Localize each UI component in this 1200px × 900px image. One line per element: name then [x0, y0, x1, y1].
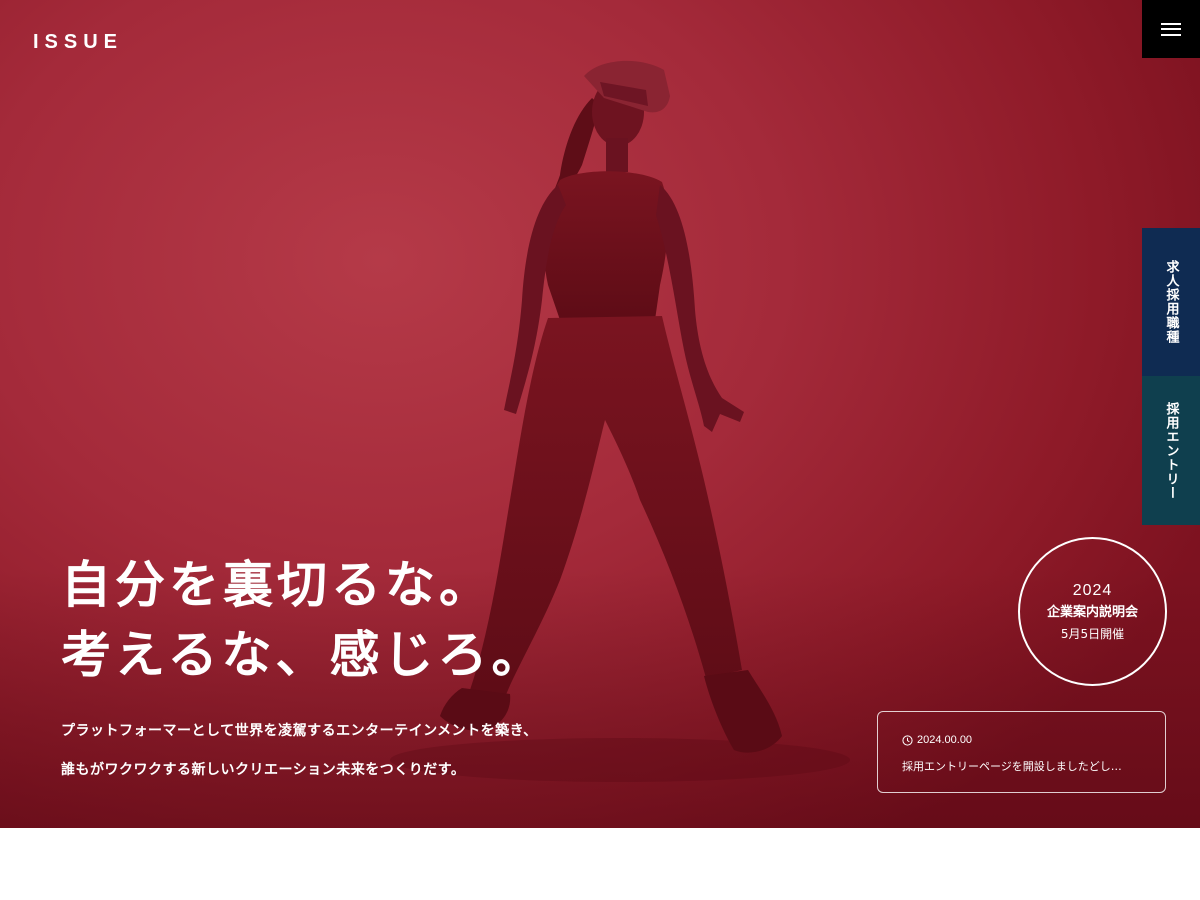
hero-headline: 自分を裏切るな。 考えるな、感じろ。 [61, 550, 546, 690]
event-badge[interactable]: 2024 企業案内説明会 5月5日開催 [1018, 537, 1167, 686]
hero-headline-line-1: 自分を裏切るな。 [61, 556, 493, 614]
news-title: 採用エントリーページを開設しましたどし… [902, 760, 1122, 773]
news-date-row: 2024.00.00 [902, 733, 1165, 747]
event-year: 2024 [1072, 581, 1113, 599]
event-date: 5月5日開催 [1060, 626, 1125, 641]
news-card[interactable]: 2024.00.00 採用エントリーページを開設しましたどし… [877, 711, 1166, 793]
hero-lead-text: プラットフォーマーとして世界を凌駕するエンターテインメントを築き、 誰もがワクワ… [61, 712, 538, 790]
hero-person-silhouette [390, 60, 850, 782]
tab-recruitment-entry-label: 採用エントリー [1163, 401, 1179, 500]
tab-job-positions-label: 求人採用職種 [1163, 260, 1179, 344]
site-logo[interactable]: ISSUE [33, 31, 123, 53]
hero-lead-line-1: プラットフォーマーとして世界を凌駕するエンターテインメントを築き、 [61, 723, 538, 739]
news-date: 2024.00.00 [917, 734, 973, 746]
menu-button[interactable] [1142, 0, 1200, 58]
clock-icon [902, 734, 913, 746]
hero-section: ISSUE 求人採用職種 採用エントリー 自分を裏切るな。 考えるな、感じろ。 … [0, 0, 1200, 828]
hero-lead-line-2: 誰もがワクワクする新しいクリエーション未来をつくりだす。 [61, 762, 466, 778]
hamburger-menu-icon [1161, 22, 1181, 36]
tab-job-positions[interactable]: 求人採用職種 [1142, 228, 1200, 376]
event-title: 企業案内説明会 [1046, 604, 1138, 620]
tab-recruitment-entry[interactable]: 採用エントリー [1142, 376, 1200, 525]
hero-headline-line-2: 考えるな、感じろ。 [61, 626, 546, 684]
